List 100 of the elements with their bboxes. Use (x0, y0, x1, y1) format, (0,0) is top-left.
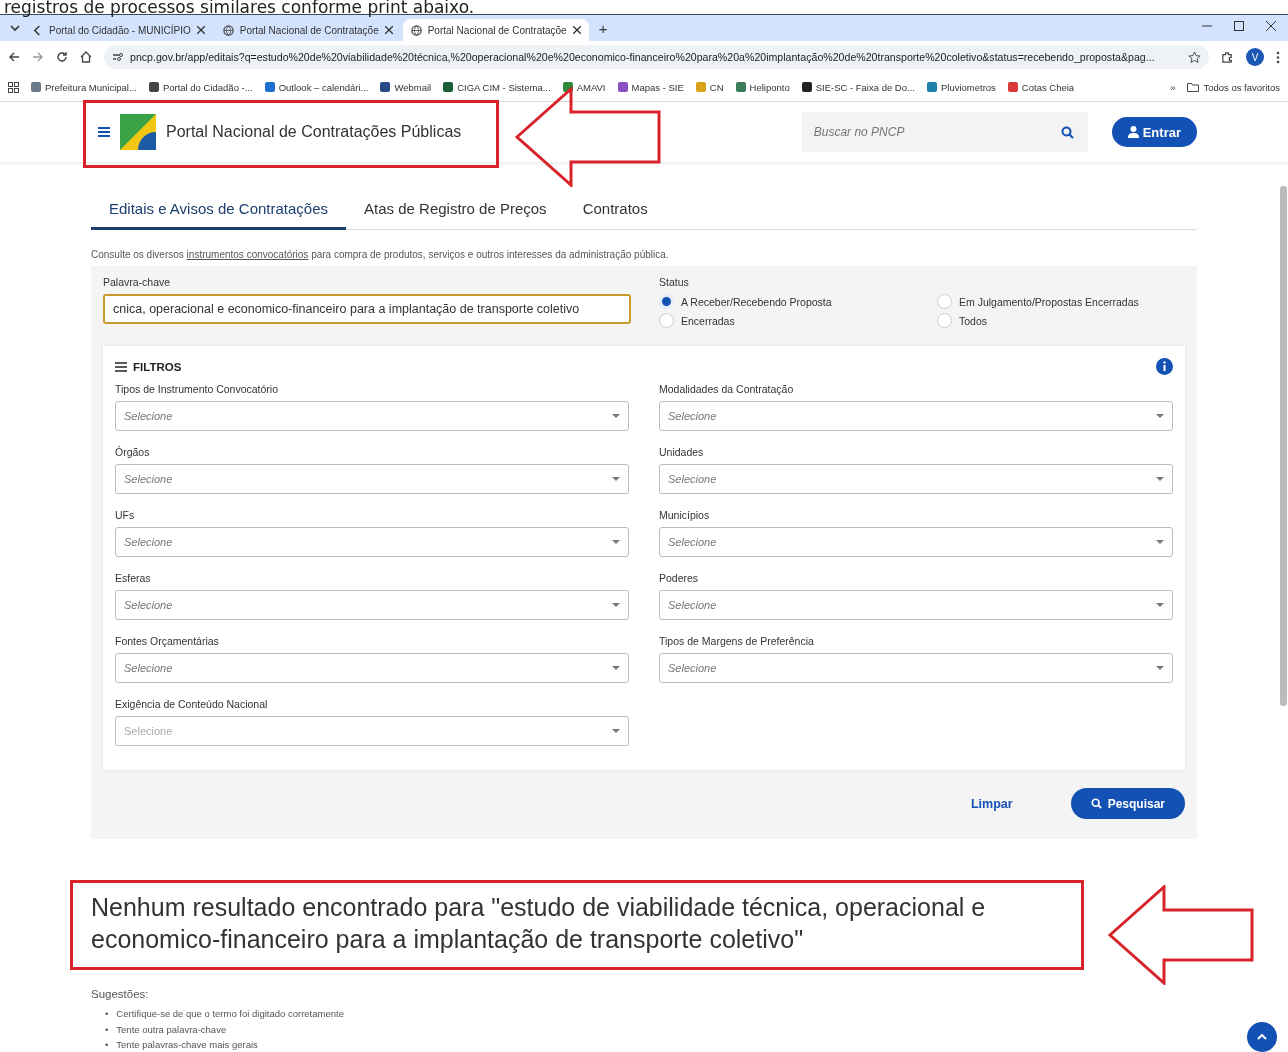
instruments-link[interactable]: instrumentos convocatórios (186, 249, 309, 260)
new-tab-button[interactable]: + (590, 19, 616, 37)
caret-icon (1156, 477, 1164, 481)
user-icon (1127, 126, 1139, 138)
extensions-icon[interactable] (1221, 50, 1234, 64)
close-tab-icon[interactable] (196, 26, 205, 34)
close-tab-icon[interactable] (384, 26, 393, 34)
folder-icon (1187, 82, 1200, 92)
clear-link[interactable]: Limpar (964, 795, 1019, 812)
menu-icon[interactable] (98, 127, 110, 137)
field-label: Tipos de Instrumento Convocatório (115, 383, 280, 395)
intro-text: Consulte os diversos instrumentos convocatórios para compra de produtos, serviços e outros interesses da administração pública. (91, 249, 670, 260)
bookmark-link[interactable]: Webmail (394, 81, 432, 93)
caret-icon (612, 729, 620, 733)
caret-icon (1156, 414, 1164, 418)
nav-tab[interactable]: Editais e Avisos de Contratações (91, 192, 347, 230)
search-button[interactable]: Pesquisar (1070, 788, 1185, 819)
filters-title: FILTROS (133, 360, 182, 373)
status-radio[interactable]: Em Julgamento/Propostas Encerradas (937, 294, 1185, 309)
status-radio[interactable]: A Receber/Recebendo Proposta (659, 294, 937, 309)
bookmark-link[interactable]: Pluviometros (940, 81, 996, 93)
field-label: Tipos de Margens de Preferência (659, 635, 815, 647)
status-radio[interactable]: Todos (937, 313, 1185, 328)
forward-icon[interactable] (32, 51, 44, 63)
chevron-icon (32, 24, 43, 36)
bullet: • (105, 1022, 109, 1037)
globe-icon (222, 24, 234, 36)
field-label: Exigência de Conteúdo Nacional (115, 698, 269, 710)
address-bar[interactable]: pncp.gov.br/app/editais?q=estudo%20de%20viabilidade%20técnica,%20operacional%20e%20economico-financeiro%20para%20a%20implantação%20de%20transporte%20coletivo&status=recebendo_proposta&pag... (104, 45, 1209, 69)
nav-tab[interactable]: Atas de Registro de Preços (346, 192, 565, 230)
field-label: UFs (115, 509, 136, 521)
home-icon[interactable] (80, 51, 92, 63)
close-icon[interactable] (1266, 20, 1276, 31)
select-field[interactable]: Selecione (659, 464, 1173, 494)
chevron-up-icon (1257, 1034, 1267, 1040)
browser-tab[interactable]: Portal Nacional de Contrataçõe (402, 19, 589, 41)
browser-tab[interactable]: Portal Nacional de Contrataçõe (214, 19, 401, 41)
bookmark-link[interactable]: Prefeitura Municipal... (45, 81, 137, 93)
search-field[interactable]: Buscar no PNCP (801, 112, 1088, 152)
bookmark-link[interactable]: Outlook – calendári... (278, 81, 369, 93)
no-results-heading: Nenhum resultado encontrado para "estudo de viabilidade técnica, operacional e economico-financeiro para a implantação de transporte coletivo" (91, 892, 987, 955)
suggestion-item: Certifique-se de que o termo foi digitado corretamente (116, 1007, 344, 1021)
keyword-input[interactable]: cnica, operacional e economico-financeiro para a implantação de transporte coletivo (103, 294, 631, 324)
more-icon[interactable] (1276, 50, 1280, 64)
more-bookmarks-button[interactable]: » (1170, 81, 1176, 93)
back-icon[interactable] (8, 51, 20, 63)
bookmark-link[interactable]: Mapas - SIE (631, 81, 684, 93)
bookmark-link[interactable]: Cotas Cheia (1021, 81, 1075, 93)
login-button[interactable]: Entrar (1111, 117, 1197, 147)
nav-tab[interactable]: Contratos (564, 192, 666, 230)
profile-avatar[interactable]: V (1246, 48, 1264, 66)
apps-grid-icon[interactable] (8, 81, 19, 93)
caret-icon (1156, 540, 1164, 544)
select-field[interactable]: Selecione (115, 401, 629, 431)
bullet: • (105, 1038, 109, 1052)
caret-icon (612, 666, 620, 670)
caret-icon (1156, 603, 1164, 607)
field-label: Fontes Orçamentárias (115, 635, 220, 647)
select-field[interactable]: Selecione (659, 401, 1173, 431)
browser-tab[interactable]: Portal do Cidadão - MUNICÍPIO (24, 19, 213, 41)
bullet: • (105, 1007, 109, 1021)
bookmark-link[interactable]: Heliponto (749, 81, 790, 93)
bookmark-link[interactable]: AMAVI (576, 81, 606, 93)
select-field[interactable]: Selecione (659, 590, 1173, 620)
select-field[interactable]: Selecione (659, 527, 1173, 557)
search-icon (1090, 798, 1102, 809)
select-field[interactable]: Selecione (115, 653, 629, 683)
close-tab-icon[interactable] (572, 26, 581, 34)
caret-icon (1156, 666, 1164, 670)
caret-icon (612, 603, 620, 607)
select-field[interactable]: Selecione (115, 464, 629, 494)
bookmark-folder[interactable]: Todos os favoritos (1203, 81, 1280, 93)
caret-icon (612, 414, 620, 418)
select-field[interactable]: Selecione (659, 653, 1173, 683)
field-label: Esferas (115, 572, 152, 584)
reload-icon[interactable] (56, 51, 68, 63)
field-label: Órgãos (115, 446, 151, 458)
site-title[interactable]: Portal Nacional de Contratações Públicas (166, 123, 462, 141)
bookmark-link[interactable]: SIE-SC - Faixa de Do... (815, 81, 915, 93)
bookmark-link[interactable]: Portal do Cidadão -... (162, 81, 253, 93)
field-label: Palavra-chave (103, 276, 172, 288)
suggestion-item: Tente outra palavra-chave (116, 1022, 227, 1037)
scrollbar-thumb[interactable] (1280, 186, 1287, 706)
status-radio[interactable]: Encerradas (659, 313, 937, 328)
field-label: Modalidades da Contratação (659, 383, 795, 395)
info-icon[interactable] (1156, 358, 1173, 375)
bookmark-link[interactable]: CIGA CIM - Sistema... (457, 81, 551, 93)
maximize-icon[interactable] (1234, 20, 1244, 31)
select-field[interactable]: Selecione (115, 527, 629, 557)
star-icon[interactable] (1188, 50, 1201, 64)
suggestions-label: Sugestões: (91, 988, 150, 1000)
globe-icon (410, 24, 422, 36)
suggestion-item: Tente palavras-chave mais gerais (116, 1038, 258, 1052)
select-field[interactable]: Selecione (115, 590, 629, 620)
field-label: Unidades (659, 446, 705, 458)
filter-icon (115, 361, 127, 372)
site-settings-icon[interactable] (112, 52, 124, 62)
scroll-top-button[interactable] (1247, 1022, 1277, 1052)
search-icon[interactable] (1060, 126, 1074, 139)
bookmark-link[interactable]: CN (709, 81, 724, 93)
